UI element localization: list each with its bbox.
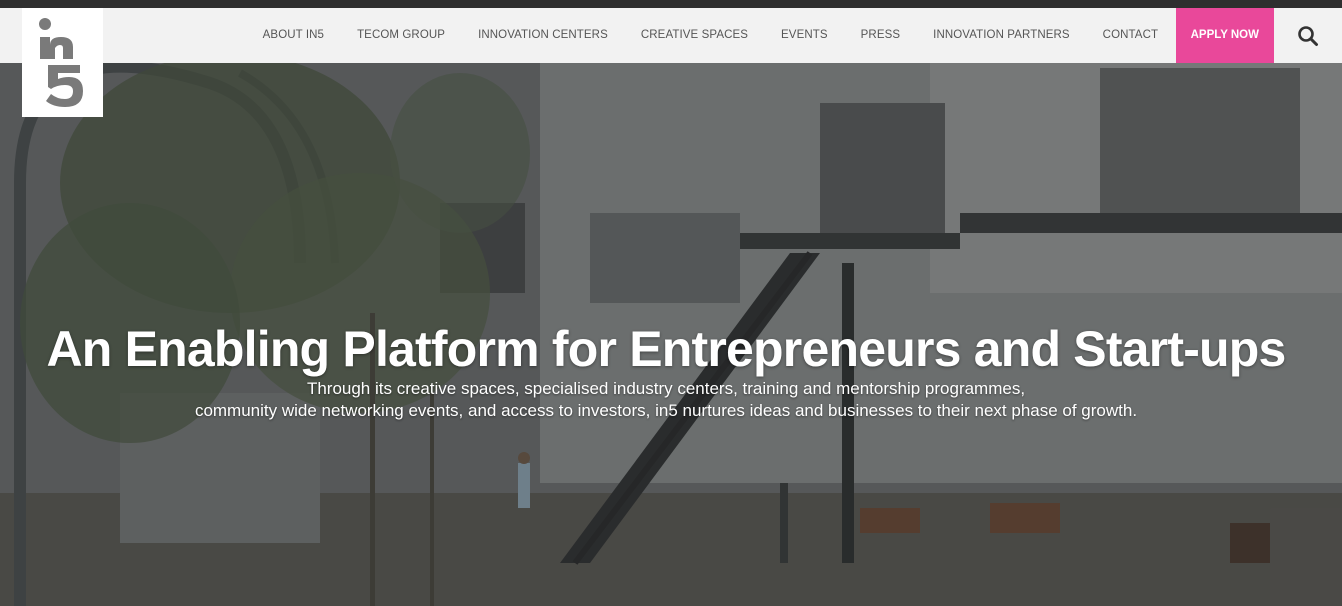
nav-press[interactable]: PRESS [844,8,917,63]
nav-creative-spaces[interactable]: CREATIVE SPACES [624,8,764,63]
hero-subtext-line-2: community wide networking events, and ac… [194,401,1138,420]
in5-logo-mark [38,17,83,107]
nav-links: ABOUT in5 TECOM GROUP INNOVATION CENTERS… [246,8,1342,63]
apply-now-button[interactable]: APPLY NOW [1175,8,1274,63]
in5-logo[interactable] [22,8,103,117]
nav-events[interactable]: EVENTS [765,8,845,63]
hero-banner: An Enabling Platform for Entrepreneurs a… [0,63,1342,606]
hero-headline: An Enabling Platform for Entrepreneurs a… [46,321,1286,377]
nav-about[interactable]: ABOUT in5 [246,8,340,63]
top-strip [0,0,1342,8]
nav-innovation-centers[interactable]: INNOVATION CENTERS [462,8,625,63]
main-navbar: ABOUT in5 TECOM GROUP INNOVATION CENTERS… [0,8,1342,63]
nav-innovation-partners[interactable]: INNOVATION PARTNERS [917,8,1087,63]
nav-tecom-group[interactable]: TECOM GROUP [341,8,462,63]
hero-subtext-line-1: Through its creative spaces, specialised… [306,379,1026,398]
nav-contact[interactable]: CONTACT [1086,8,1174,63]
search-icon [1298,25,1318,46]
search-button[interactable] [1274,8,1342,63]
